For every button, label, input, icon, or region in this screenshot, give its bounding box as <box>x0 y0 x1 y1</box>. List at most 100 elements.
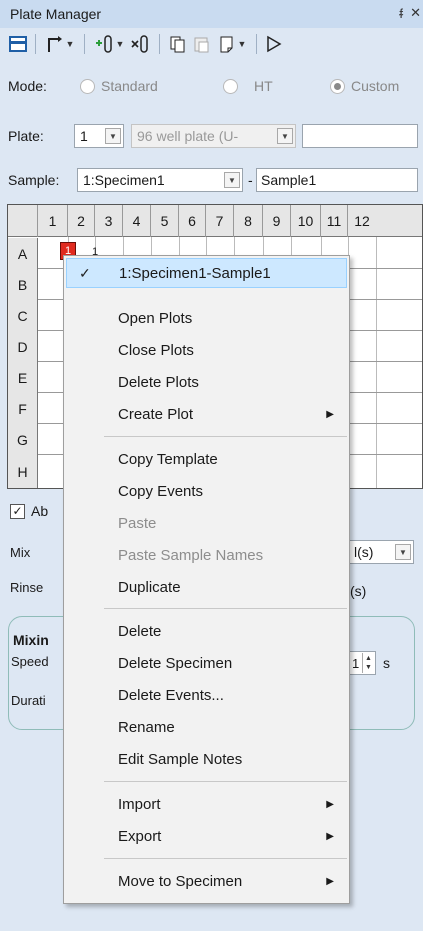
sample-name-field[interactable]: Sample1 <box>256 168 418 192</box>
grid-row-header[interactable]: G <box>8 424 38 455</box>
chevron-down-icon[interactable]: ▼ <box>277 128 293 144</box>
menu-item-label: Close Plots <box>118 341 194 359</box>
sample-label: Sample: <box>8 172 60 188</box>
sample-specimen-value: 1:Specimen1 <box>83 172 165 188</box>
sample-specimen-select[interactable]: 1:Specimen1 ▼ <box>77 168 243 192</box>
mix-select[interactable]: l(s) ▼ <box>348 540 414 564</box>
plate-number-select[interactable]: 1 ▼ <box>74 124 124 148</box>
grid-row-header[interactable]: F <box>8 393 38 424</box>
acquire-order-icon[interactable]: ▼ <box>43 33 77 55</box>
menu-item-label: Rename <box>118 718 175 736</box>
toolbar-separator <box>35 34 36 54</box>
grid-col-header[interactable]: 6 <box>179 205 206 237</box>
menu-item-copy-events[interactable]: Copy Events <box>64 476 349 506</box>
submenu-arrow-icon: ▶ <box>326 830 334 842</box>
menu-item-label: Import <box>118 795 161 813</box>
stepper-arrows-icon[interactable]: ▲ ▼ <box>362 653 374 673</box>
menu-item-paste-sample-names[interactable]: Paste Sample Names <box>64 540 349 570</box>
grid-col-header[interactable]: 1 <box>38 205 68 237</box>
grid-col-header[interactable]: 10 <box>291 205 321 237</box>
submenu-arrow-icon: ▶ <box>326 798 334 810</box>
grid-corner <box>8 205 38 237</box>
grid-col-header[interactable]: 9 <box>263 205 291 237</box>
menu-separator <box>104 608 347 609</box>
menu-item-export[interactable]: Export ▶ <box>64 821 349 851</box>
menu-item-duplicate[interactable]: Duplicate <box>64 572 349 602</box>
mode-standard-radio[interactable]: Standard <box>80 78 158 94</box>
menu-item-create-plot[interactable]: Create Plot ▶ <box>64 399 349 429</box>
grid-col-header[interactable]: 11 <box>321 205 348 237</box>
chevron-down-icon[interactable]: ▼ <box>105 128 121 144</box>
submenu-arrow-icon: ▶ <box>326 408 334 420</box>
menu-item-copy-template[interactable]: Copy Template <box>64 444 349 474</box>
mode-custom-label: Custom <box>351 78 400 94</box>
sample-row: Sample: 1:Specimen1 ▼ - Sample1 <box>0 166 423 194</box>
add-tube-icon[interactable]: ▼ <box>92 33 126 55</box>
menu-item-delete[interactable]: Delete <box>64 616 349 646</box>
menu-item-label: Duplicate <box>118 578 181 596</box>
chevron-down-icon[interactable]: ▼ <box>395 544 411 560</box>
menu-item-open-plots[interactable]: Open Plots <box>64 303 349 333</box>
grid-row-header[interactable]: H <box>8 455 38 488</box>
ab-checkbox-label: Ab <box>31 503 49 519</box>
grid-col-header[interactable]: 2 <box>68 205 95 237</box>
template-icon[interactable]: ▼ <box>215 33 249 55</box>
grid-col-header[interactable]: 12 <box>348 205 376 237</box>
menu-separator <box>104 858 347 859</box>
mode-ht-radio[interactable]: HT <box>223 78 273 94</box>
ab-checkbox-row[interactable]: ✓ Ab <box>10 503 48 519</box>
mix-label: Mix <box>10 545 31 560</box>
chevron-down-icon[interactable]: ▼ <box>224 172 240 188</box>
radio-circle <box>80 78 95 94</box>
menu-item-rename[interactable]: Rename <box>64 712 349 742</box>
run-icon[interactable] <box>264 33 284 55</box>
menu-item-label: 1:Specimen1-Sample1 <box>119 264 271 282</box>
context-menu: ✓ 1:Specimen1-Sample1 Open Plots Close P… <box>63 255 350 904</box>
plate-number-value: 1 <box>80 128 88 144</box>
menu-separator <box>104 436 347 437</box>
submenu-arrow-icon: ▶ <box>326 875 334 887</box>
menu-item-label: Edit Sample Notes <box>118 750 243 768</box>
checkmark-icon: ✓ <box>79 264 91 281</box>
radio-circle <box>223 78 238 94</box>
menu-item-move-to-specimen[interactable]: Move to Specimen ▶ <box>64 866 349 896</box>
grid-col-header[interactable]: 4 <box>123 205 151 237</box>
toolbar-separator <box>256 34 257 54</box>
grid-col-header[interactable]: 7 <box>206 205 234 237</box>
menu-item-delete-specimen[interactable]: Delete Specimen <box>64 648 349 678</box>
grid-row-header[interactable]: A <box>8 238 38 269</box>
remove-tube-icon[interactable] <box>128 33 152 55</box>
menu-item-label: Export <box>118 827 162 845</box>
grid-col-header[interactable]: 8 <box>234 205 263 237</box>
pin-icon[interactable]: ᵮ <box>399 6 403 21</box>
plate-type-value: 96 well plate (U- <box>137 128 239 144</box>
close-icon[interactable]: ✕ <box>410 5 421 21</box>
mode-label: Mode: <box>8 78 47 94</box>
grid-row-header[interactable]: E <box>8 362 38 393</box>
plate-label: Plate: <box>8 128 44 144</box>
plate-view-icon[interactable] <box>8 33 28 55</box>
grid-row-header[interactable]: C <box>8 300 38 331</box>
plate-type-select[interactable]: 96 well plate (U- ▼ <box>131 124 296 148</box>
menu-item-edit-sample-notes[interactable]: Edit Sample Notes <box>64 744 349 774</box>
grid-col-header[interactable]: 3 <box>95 205 123 237</box>
menu-item-delete-events[interactable]: Delete Events... <box>64 680 349 710</box>
speed-stepper[interactable]: 1 ▲ ▼ <box>348 651 376 675</box>
menu-item-label: Copy Template <box>118 450 218 468</box>
menu-item-current-sample[interactable]: ✓ 1:Specimen1-Sample1 <box>66 258 347 288</box>
mode-custom-radio[interactable]: Custom <box>330 78 399 94</box>
plate-name-field[interactable] <box>302 124 418 148</box>
grid-row-header[interactable]: B <box>8 269 38 300</box>
menu-item-close-plots[interactable]: Close Plots <box>64 335 349 365</box>
menu-item-delete-plots[interactable]: Delete Plots <box>64 367 349 397</box>
menu-item-paste[interactable]: Paste <box>64 508 349 538</box>
menu-item-label: Create Plot <box>118 405 194 423</box>
checkbox-checked[interactable]: ✓ <box>10 503 25 519</box>
paste-icon[interactable] <box>191 33 213 55</box>
toolbar-separator <box>84 34 85 54</box>
menu-item-import[interactable]: Import ▶ <box>64 789 349 819</box>
speed-label: Speed <box>11 654 49 669</box>
grid-col-header[interactable]: 5 <box>151 205 179 237</box>
copy-icon[interactable] <box>167 33 189 55</box>
grid-row-header[interactable]: D <box>8 331 38 362</box>
